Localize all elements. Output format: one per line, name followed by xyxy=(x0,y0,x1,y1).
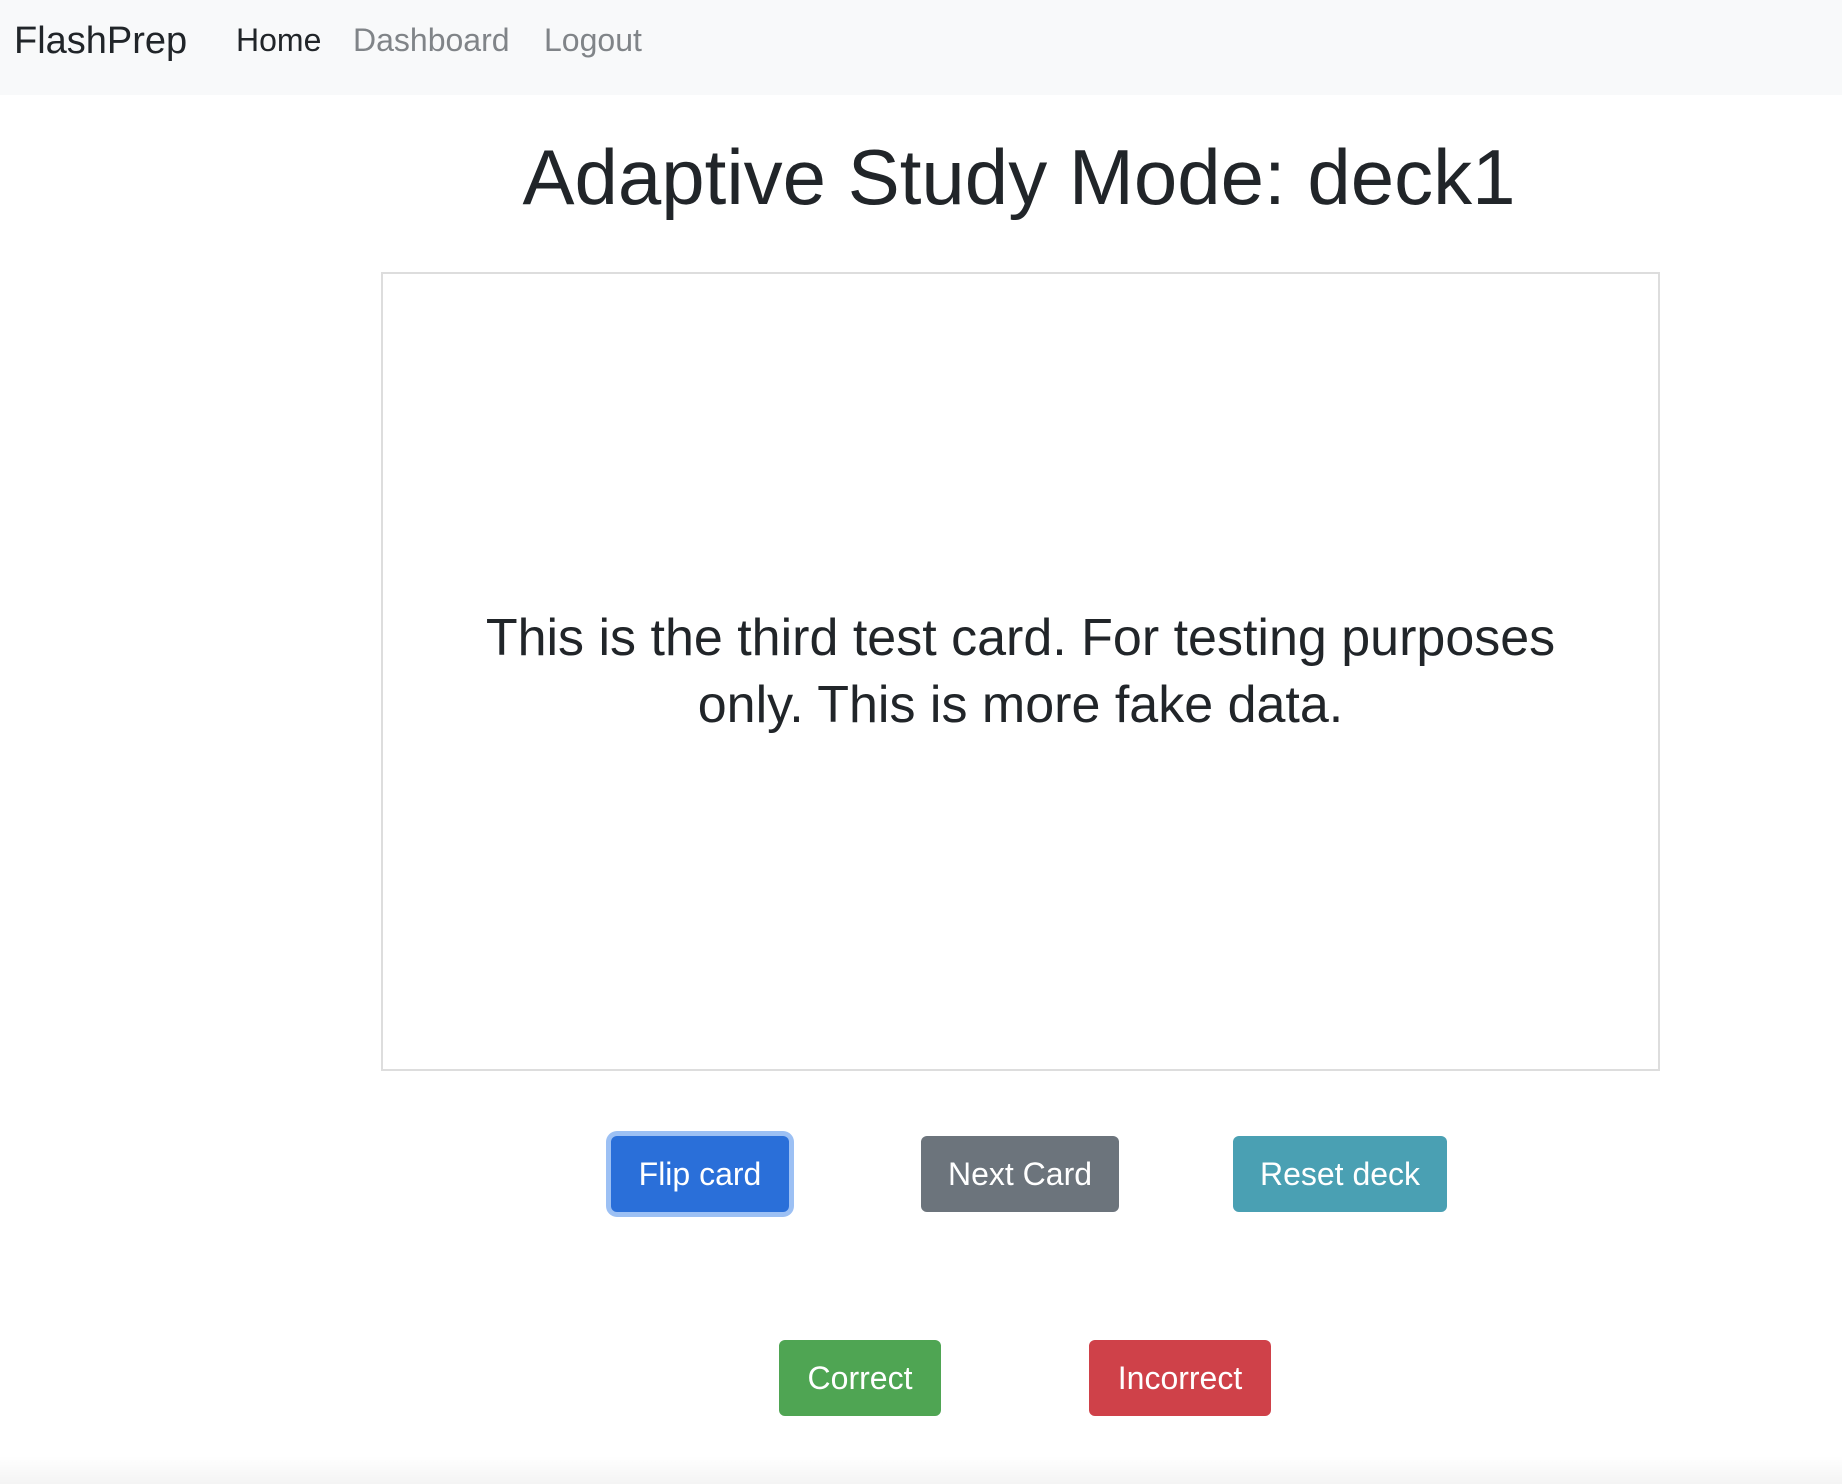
footer-shadow xyxy=(0,1456,1842,1484)
incorrect-button[interactable]: Incorrect xyxy=(1089,1340,1271,1416)
brand-link[interactable]: FlashPrep xyxy=(14,20,187,63)
nav-link-dashboard[interactable]: Dashboard xyxy=(353,22,510,59)
correct-button[interactable]: Correct xyxy=(779,1340,941,1416)
nav-link-logout[interactable]: Logout xyxy=(544,22,642,59)
navbar: FlashPrep Home Dashboard Logout xyxy=(0,0,1842,95)
flashcard[interactable]: This is the third test card. For testing… xyxy=(381,272,1660,1071)
next-card-button[interactable]: Next Card xyxy=(921,1136,1119,1212)
page-title: Adaptive Study Mode: deck1 xyxy=(522,133,1516,221)
reset-deck-button[interactable]: Reset deck xyxy=(1233,1136,1447,1212)
card-text: This is the third test card. For testing… xyxy=(485,608,1556,734)
nav-link-home[interactable]: Home xyxy=(236,22,321,59)
flip-card-button[interactable]: Flip card xyxy=(611,1136,789,1212)
